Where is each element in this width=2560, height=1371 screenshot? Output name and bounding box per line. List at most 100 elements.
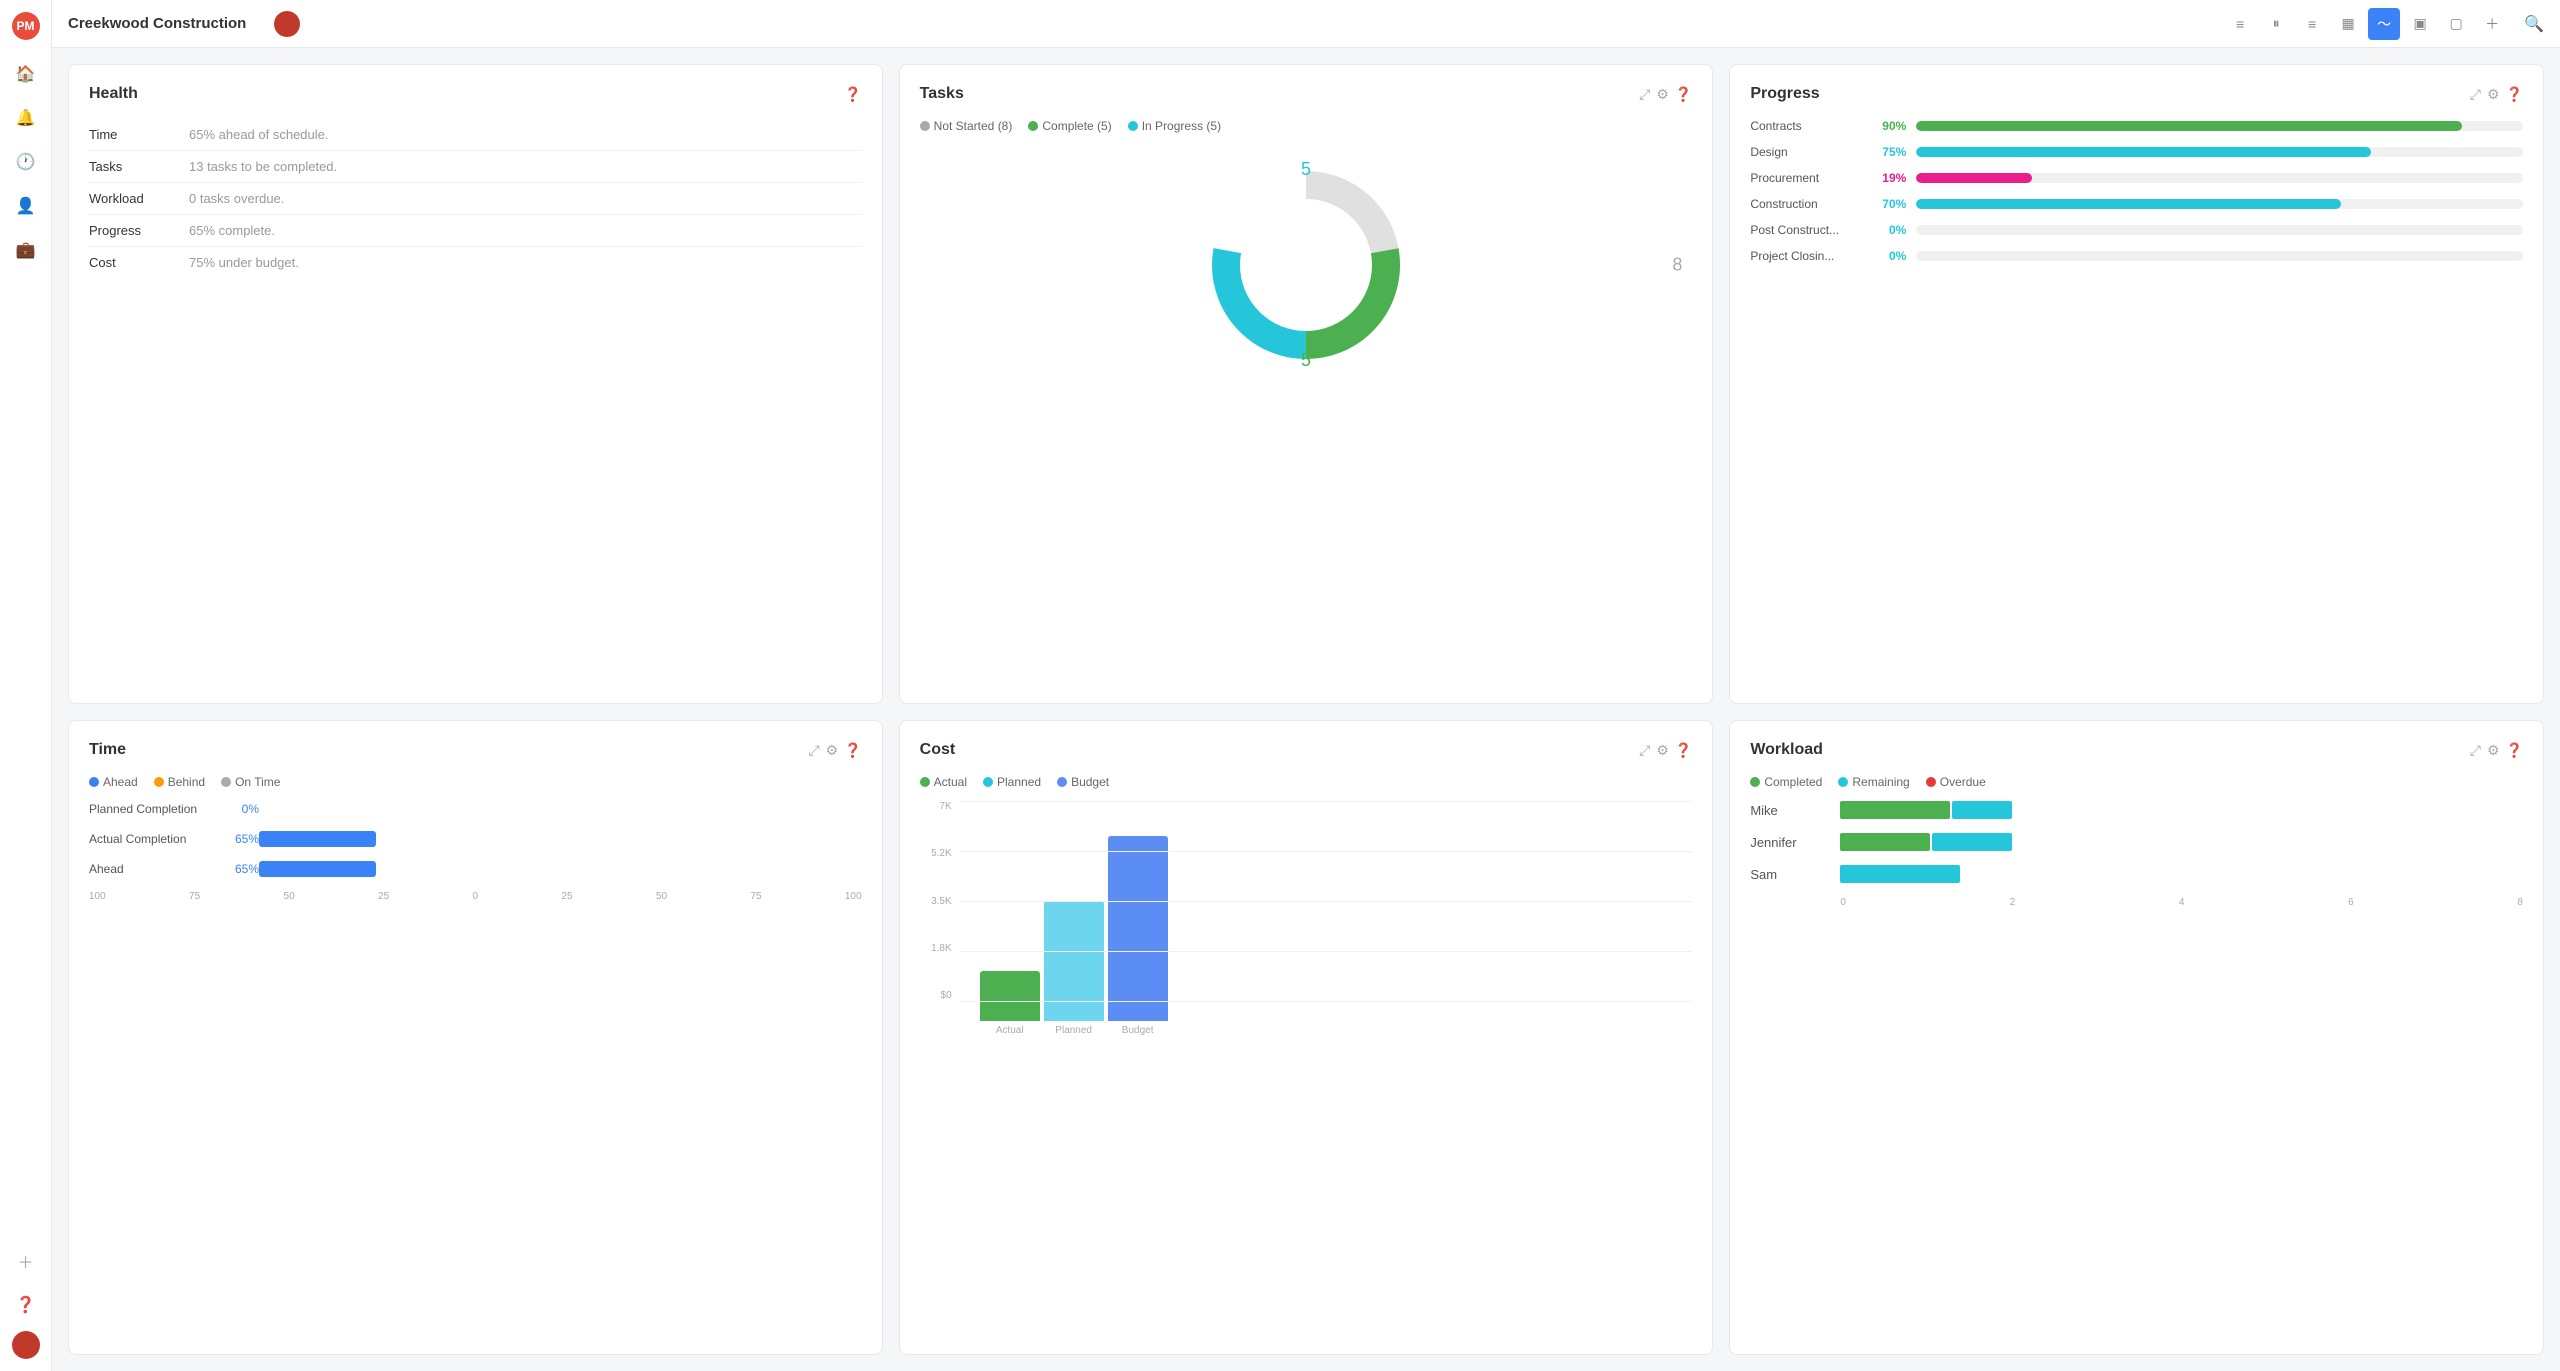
nav-split-button[interactable]: ≡ [2296,8,2328,40]
sidebar-avatar[interactable] [12,1331,40,1359]
cost-help-icon[interactable]: ❓ [1675,742,1692,759]
nav-dashboard-button[interactable]: 〜 [2368,8,2400,40]
main-area: Creekwood Construction ≡ ⏸ ≡ ▦ 〜 ▣ ▢ ＋ 🔍… [52,0,2560,1371]
tasks-expand-icon[interactable]: ⤢ [1639,86,1650,103]
time-help-icon[interactable]: ❓ [844,742,861,759]
time-title: Time [89,741,126,759]
sidebar-item-home[interactable]: 🏠 [8,56,44,92]
search-icon[interactable]: 🔍 [2524,14,2544,34]
sidebar-item-portfolio[interactable]: 💼 [8,232,44,268]
sidebar-item-team[interactable]: 👤 [8,188,44,224]
health-row: Cost75% under budget. [89,247,862,279]
donut-chart: 5 8 5 [920,145,1693,385]
workload-legend: Completed Remaining Overdue [1750,775,2523,789]
time-expand-icon[interactable]: ⤢ [808,742,819,759]
donut-label-top: 5 [1301,159,1311,180]
cost-card-actions: ⤢ ⚙ ❓ [1639,742,1692,759]
health-row: Tasks13 tasks to be completed. [89,151,862,183]
header: Creekwood Construction ≡ ⏸ ≡ ▦ 〜 ▣ ▢ ＋ 🔍 [52,0,2560,48]
nav-board-button[interactable]: ▦ [2332,8,2364,40]
workload-rows: Mike Jennifer Sam [1750,801,2523,883]
time-card: Time ⤢ ⚙ ❓ AheadBehindOn Time Planned Co… [68,720,883,1355]
workload-row: Jennifer [1750,833,2523,851]
cost-chart: 7K5.2K3.5K1.8K$0 [920,801,1693,1021]
donut-label-right: 8 [1672,255,1682,276]
workload-xaxis: 02468 [1750,897,2523,908]
progress-rows: Contracts 90% Design 75% Procurement 19%… [1750,119,2523,263]
tasks-card: Tasks ⤢ ⚙ ❓ Not Started (8)Complete (5)I… [899,64,1714,704]
time-settings-icon[interactable]: ⚙ [826,742,839,759]
legend-item: In Progress (5) [1128,119,1221,133]
workload-card: Workload ⤢ ⚙ ❓ Completed Remaining Overdue… [1729,720,2544,1355]
tasks-card-header: Tasks ⤢ ⚙ ❓ [920,85,1693,103]
time-card-actions: ⤢ ⚙ ❓ [808,742,861,759]
legend-item: Budget [1057,775,1109,789]
sidebar-help-button[interactable]: ❓ [8,1287,44,1323]
progress-card: Progress ⤢ ⚙ ❓ Contracts 90% Design 75% … [1729,64,2544,704]
legend-item: Behind [154,775,205,789]
health-row: Time65% ahead of schedule. [89,119,862,151]
tasks-legend: Not Started (8)Complete (5)In Progress (… [920,119,1693,133]
legend-item: On Time [221,775,280,789]
header-nav: ≡ ⏸ ≡ ▦ 〜 ▣ ▢ ＋ [2224,8,2508,40]
legend-item: Actual [920,775,967,789]
donut-label-bottom: 5 [1301,350,1311,371]
project-title: Creekwood Construction [68,15,246,32]
nav-add-button[interactable]: ＋ [2476,8,2508,40]
workload-row: Mike [1750,801,2523,819]
legend-item: Planned [983,775,1041,789]
time-row: Actual Completion 65% [89,831,862,847]
legend-item: Not Started (8) [920,119,1013,133]
cost-expand-icon[interactable]: ⤢ [1639,742,1650,759]
progress-row: Procurement 19% [1750,171,2523,185]
workload-card-header: Workload ⤢ ⚙ ❓ [1750,741,2523,759]
progress-row: Construction 70% [1750,197,2523,211]
progress-row: Contracts 90% [1750,119,2523,133]
time-row: Ahead 65% [89,861,862,877]
progress-row: Project Closin... 0% [1750,249,2523,263]
health-title: Health [89,85,138,103]
workload-settings-icon[interactable]: ⚙ [2487,742,2500,759]
progress-expand-icon[interactable]: ⤢ [2470,86,2481,103]
sidebar: PM 🏠 🔔 🕐 👤 💼 ＋ ❓ [0,0,52,1371]
cost-settings-icon[interactable]: ⚙ [1656,742,1669,759]
nav-gantt-button[interactable]: ⏸ [2260,8,2292,40]
cost-title: Cost [920,741,956,759]
health-row: Workload0 tasks overdue. [89,183,862,215]
cost-card-header: Cost ⤢ ⚙ ❓ [920,741,1693,759]
dashboard: Health ❓ Time65% ahead of schedule.Tasks… [52,48,2560,1371]
nav-doc-button[interactable]: ▢ [2440,8,2472,40]
progress-help-icon[interactable]: ❓ [2506,86,2523,103]
sidebar-item-time[interactable]: 🕐 [8,144,44,180]
workload-expand-icon[interactable]: ⤢ [2470,742,2481,759]
legend-item: Completed [1750,775,1822,789]
nav-list-button[interactable]: ≡ [2224,8,2256,40]
sidebar-item-notifications[interactable]: 🔔 [8,100,44,136]
health-card: Health ❓ Time65% ahead of schedule.Tasks… [68,64,883,704]
time-card-header: Time ⤢ ⚙ ❓ [89,741,862,759]
workload-title: Workload [1750,741,1823,759]
health-help-icon[interactable]: ❓ [844,86,861,103]
app-logo[interactable]: PM [12,12,40,40]
tasks-help-icon[interactable]: ❓ [1675,86,1692,103]
workload-help-icon[interactable]: ❓ [2506,742,2523,759]
progress-settings-icon[interactable]: ⚙ [2487,86,2500,103]
legend-item: Overdue [1926,775,1986,789]
nav-calendar-button[interactable]: ▣ [2404,8,2436,40]
progress-row: Post Construct... 0% [1750,223,2523,237]
progress-card-actions: ⤢ ⚙ ❓ [2470,86,2523,103]
tasks-card-actions: ⤢ ⚙ ❓ [1639,86,1692,103]
cost-legend: Actual Planned Budget [920,775,1693,789]
health-card-header: Health ❓ [89,85,862,103]
tasks-settings-icon[interactable]: ⚙ [1656,86,1669,103]
progress-row: Design 75% [1750,145,2523,159]
cost-card: Cost ⤢ ⚙ ❓ Actual Planned Budget 7K5.2K3.5… [899,720,1714,1355]
time-legend: Ahead Behind On Time [89,775,862,789]
progress-title: Progress [1750,85,1819,103]
legend-item: Ahead [89,775,138,789]
legend-item: Remaining [1838,775,1909,789]
sidebar-add-button[interactable]: ＋ [8,1243,44,1279]
health-table: Time65% ahead of schedule.Tasks13 tasks … [89,119,862,278]
workload-row: Sam [1750,865,2523,883]
progress-card-header: Progress ⤢ ⚙ ❓ [1750,85,2523,103]
